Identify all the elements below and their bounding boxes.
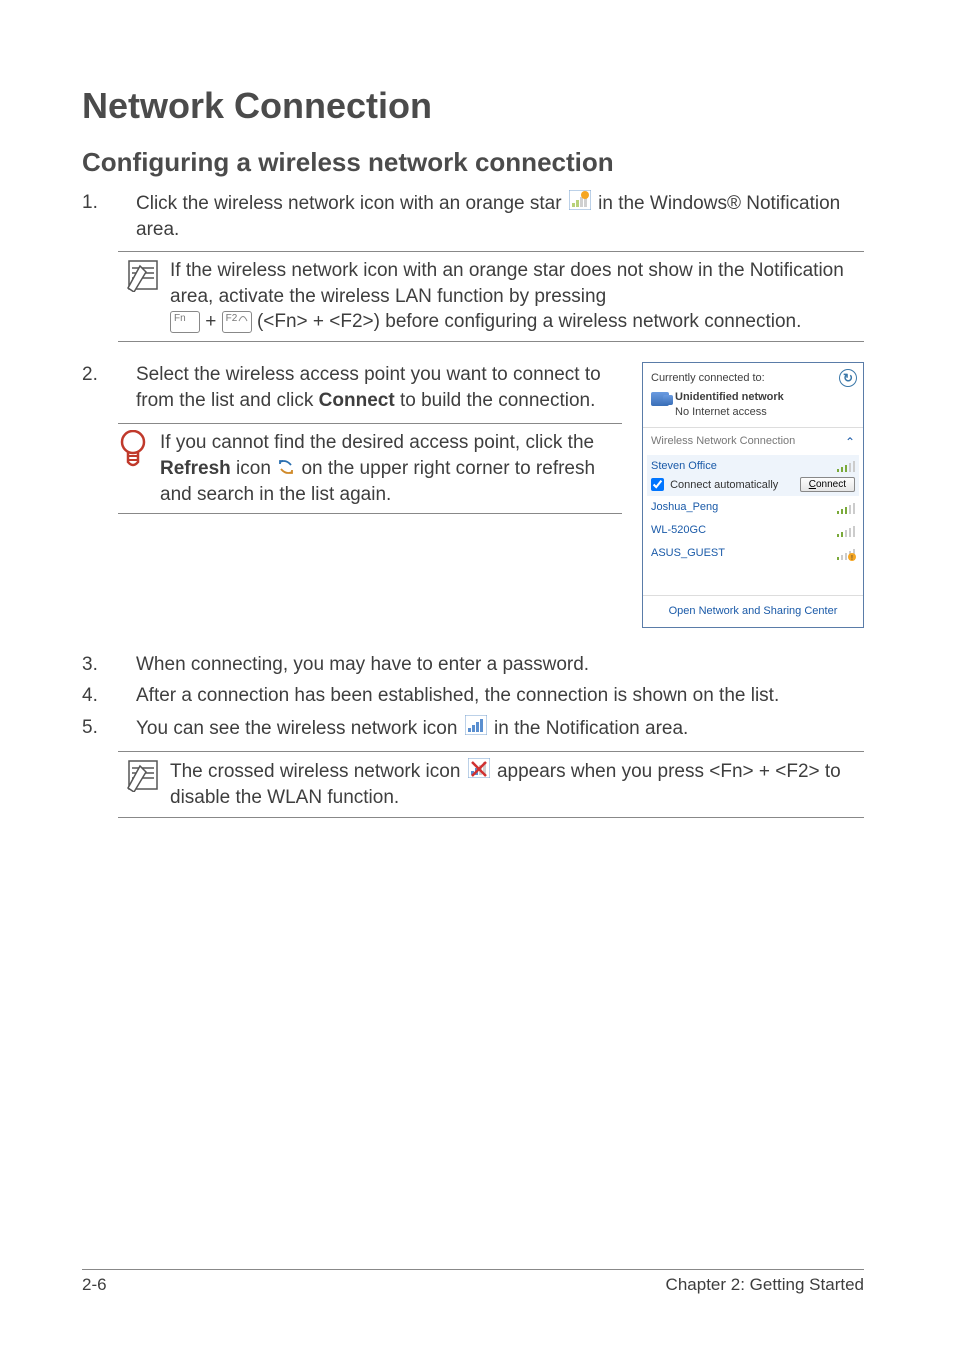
svg-text:!: ! <box>851 555 853 562</box>
wifi-popup: Currently connected to: Unidentified net… <box>642 362 864 628</box>
network-name: Joshua_Peng <box>651 500 718 515</box>
network-item[interactable]: Joshua_Peng <box>651 496 855 519</box>
tip-pre: If you cannot find the desired access po… <box>160 432 594 453</box>
fn-key-icon: Fn <box>170 311 200 333</box>
step-2: 2. Select the wireless access point you … <box>82 362 622 413</box>
note1-line2: (<Fn> + <F2>) before configuring a wirel… <box>257 311 801 332</box>
step-text: After a connection has been established,… <box>136 683 864 709</box>
wifi-orange-star-icon <box>569 190 591 218</box>
step-number: 2. <box>82 362 136 413</box>
section-heading: Configuring a wireless network connectio… <box>82 145 864 180</box>
tip-box: If you cannot find the desired access po… <box>118 423 622 514</box>
note-box-2: The crossed wireless network icon appear… <box>118 751 864 818</box>
network-device-icon <box>651 392 669 406</box>
refresh-arrows-icon <box>278 456 294 482</box>
collapse-caret-icon[interactable]: ⌃ <box>845 434 855 450</box>
popup-refresh-button[interactable]: ↻ <box>839 369 857 387</box>
page-footer: 2-6 Chapter 2: Getting Started <box>82 1269 864 1297</box>
signal-bars-icon <box>837 525 856 537</box>
network-list: Steven Office Connect automatically Conn… <box>643 453 863 595</box>
note-text: The crossed wireless network icon appear… <box>170 758 864 811</box>
step-5: 5. You can see the wireless network icon… <box>82 715 864 743</box>
page-title: Network Connection <box>82 82 864 131</box>
step2-bold: Connect <box>319 390 395 411</box>
step-number: 5. <box>82 715 136 743</box>
chapter-label: Chapter 2: Getting Started <box>666 1274 864 1297</box>
tip-icon <box>118 430 150 507</box>
tip-mid: icon <box>231 458 276 479</box>
step2-post: to build the connection. <box>395 390 596 411</box>
step-text: You can see the wireless network icon in… <box>136 715 864 743</box>
network-name: WL-520GC <box>651 523 706 538</box>
step-number: 4. <box>82 683 136 709</box>
tip-bold: Refresh <box>160 458 231 479</box>
step-1: 1. Click the wireless network icon with … <box>82 190 864 243</box>
wifi-connected-icon <box>465 715 487 743</box>
connect-button[interactable]: Connect <box>800 477 855 492</box>
popup-section-label: Wireless Network Connection ⌃ <box>643 428 863 452</box>
network-item-selected[interactable]: Steven Office Connect automatically Conn… <box>647 455 859 497</box>
note-icon <box>126 758 160 811</box>
network-name: Steven Office <box>651 459 717 474</box>
popup-header: Currently connected to: Unidentified net… <box>643 363 863 429</box>
note-icon <box>126 258 160 335</box>
network-name: ASUS_GUEST <box>651 546 725 561</box>
tip-text: If you cannot find the desired access po… <box>160 430 622 507</box>
popup-noaccess: No Internet access <box>675 405 784 420</box>
note2-pre: The crossed wireless network icon <box>170 761 460 782</box>
signal-bars-icon <box>837 502 856 514</box>
step5-pre: You can see the wireless network icon <box>136 718 457 739</box>
connect-auto-checkbox[interactable]: Connect automatically <box>651 478 778 493</box>
step-3: 3. When connecting, you may have to ente… <box>82 652 864 678</box>
signal-bars-icon <box>837 460 856 472</box>
signal-bars-warning-icon: ! <box>837 548 856 560</box>
step-4: 4. After a connection has been establish… <box>82 683 864 709</box>
step-text: When connecting, you may have to enter a… <box>136 652 864 678</box>
popup-currently-label: Currently connected to: <box>651 371 855 386</box>
open-network-center-link[interactable]: Open Network and Sharing Center <box>643 595 863 627</box>
network-item[interactable]: WL-520GC <box>651 519 855 542</box>
f2-key-icon: F2 <box>222 311 252 333</box>
plus-sign: + <box>205 311 221 332</box>
page-number: 2-6 <box>82 1274 107 1297</box>
wifi-crossed-icon <box>468 758 490 786</box>
step-text: Click the wireless network icon with an … <box>136 190 864 243</box>
step-text: Select the wireless access point you wan… <box>136 362 622 413</box>
note1-line1: If the wireless network icon with an ora… <box>170 260 844 307</box>
step-number: 3. <box>82 652 136 678</box>
network-item[interactable]: ASUS_GUEST ! <box>651 542 855 565</box>
step5-post: in the Notification area. <box>494 718 688 739</box>
step-number: 1. <box>82 190 136 243</box>
popup-unidentified: Unidentified network <box>675 390 784 405</box>
note-box-1: If the wireless network icon with an ora… <box>118 251 864 342</box>
note-text: If the wireless network icon with an ora… <box>170 258 864 335</box>
step1-pre: Click the wireless network icon with an … <box>136 193 562 214</box>
